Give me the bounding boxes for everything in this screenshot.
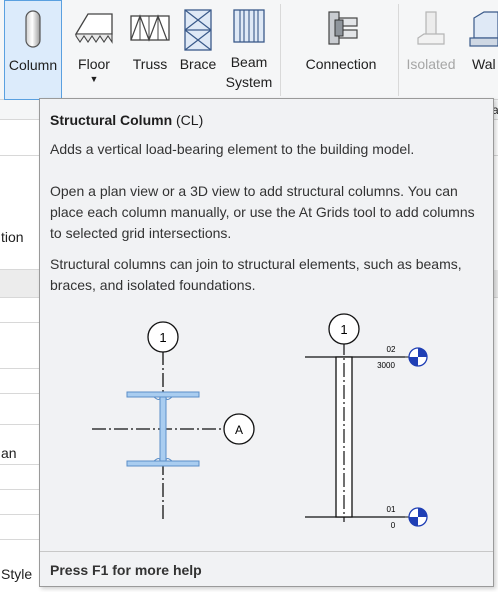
chevron-down-icon[interactable]: ▼ (66, 74, 122, 84)
level-marker-icon (408, 507, 428, 527)
panel-row[interactable]: an (0, 425, 40, 465)
section-view-diagram: 1 02 3000 01 0 (305, 313, 428, 530)
connection-icon (328, 11, 358, 45)
column-label: Column (8, 57, 58, 73)
connection-label: Connection (305, 56, 377, 72)
panel-row (0, 120, 40, 156)
grid-label: 1 (159, 330, 166, 345)
panel-row[interactable] (0, 465, 40, 490)
brace-button[interactable]: Brace (176, 0, 220, 100)
panel-row[interactable]: Style (0, 540, 40, 592)
panel-row[interactable] (0, 394, 40, 425)
grid-label: 1 (340, 322, 347, 337)
wall-label: Wal (472, 56, 496, 72)
tooltip-shortcut: (CL) (176, 112, 204, 128)
level-name: 01 (387, 505, 396, 514)
truss-icon (130, 14, 170, 42)
connection-button[interactable]: Connection (296, 0, 386, 100)
level-marker-icon (408, 347, 428, 367)
panel-row[interactable] (0, 298, 40, 323)
tooltip-footer: Press F1 for more help (40, 551, 493, 587)
tooltip-summary: Adds a vertical load-bearing element to … (50, 141, 415, 157)
panel-row-label: an (1, 445, 17, 461)
level-name: 02 (387, 345, 396, 354)
wall-foundation-button[interactable]: Wal (464, 0, 498, 100)
panel-row[interactable] (0, 515, 40, 540)
tooltip-title: Structural Column (CL) (50, 111, 203, 129)
structural-column-icon (25, 10, 41, 48)
panel-header (0, 100, 40, 120)
beam-system-button[interactable]: Beam System (222, 0, 276, 100)
ribbon-separator (280, 4, 281, 96)
truss-label: Truss (132, 56, 168, 72)
floor-button[interactable]: Floor ▼ (66, 0, 122, 100)
tooltip-diagram: 1 A 1 02 3000 01 0 (92, 313, 428, 530)
panel-group-header (0, 270, 40, 298)
beam-system-label: Beam System (225, 54, 273, 90)
ribbon-separator (398, 4, 399, 96)
tooltip-title-name: Structural Column (50, 112, 173, 128)
column-button[interactable]: Column (4, 0, 62, 100)
panel-row-label: Style (1, 566, 33, 582)
wall-foundation-icon (469, 11, 498, 47)
tooltip-paragraph: Structural columns can join to structura… (50, 256, 462, 293)
tooltip-paragraph: Open a plan view or a 3D view to add str… (50, 183, 475, 241)
level-elevation: 0 (391, 521, 396, 530)
beam-system-icon (233, 9, 265, 43)
ribbon-panel: Column Floor ▼ Truss Brace Beam System C… (0, 0, 498, 100)
panel-row-label: tion (1, 229, 24, 245)
brace-label: Brace (179, 56, 217, 72)
plan-view-diagram: 1 A (92, 321, 255, 522)
isolated-foundation-icon (417, 11, 445, 45)
structural-column-tooltip: Structural Column (CL) Adds a vertical l… (39, 98, 494, 587)
isolated-label: Isolated (406, 56, 456, 72)
isolated-button[interactable]: Isolated (402, 0, 460, 100)
panel-row[interactable] (0, 323, 40, 369)
level-elevation: 3000 (377, 361, 395, 370)
help-hint: Press F1 for more help (50, 562, 202, 578)
panel-row[interactable] (0, 490, 40, 515)
grid-label: A (235, 423, 243, 437)
brace-icon (184, 9, 212, 51)
floor-label: Floor (78, 56, 110, 72)
structural-floor-icon (74, 13, 113, 44)
truss-button[interactable]: Truss (126, 0, 174, 100)
panel-row[interactable]: des (0, 369, 40, 394)
panel-row[interactable]: tion (0, 156, 40, 270)
